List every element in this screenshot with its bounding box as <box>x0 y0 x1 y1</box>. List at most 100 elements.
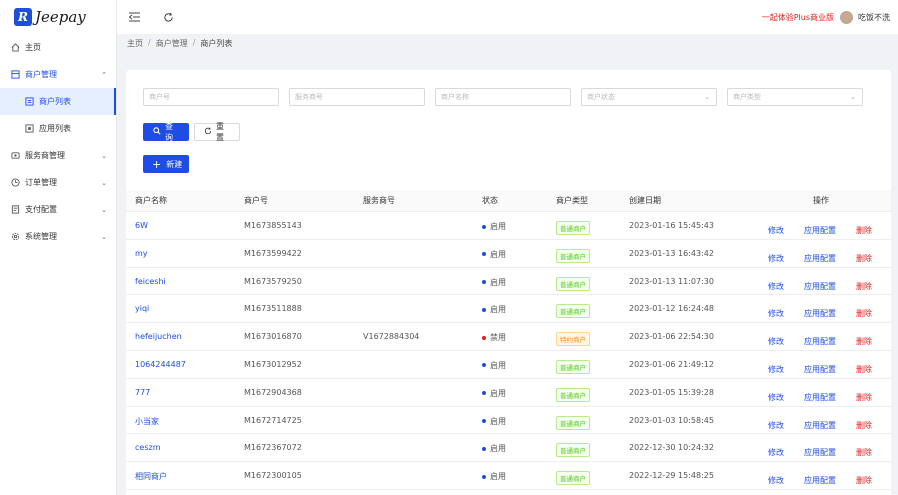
delete-link[interactable]: 删除 <box>856 392 872 403</box>
merchant-name-link[interactable]: hefeijuchen <box>135 332 182 341</box>
logo-text: Jeepay <box>35 8 86 26</box>
edit-link[interactable]: 修改 <box>768 336 784 347</box>
plus-promo-link[interactable]: 一起体验Plus商业版 <box>762 12 834 23</box>
system-icon <box>11 232 20 241</box>
merchant-name-link[interactable]: 小当家 <box>135 416 159 427</box>
state-cell: 启用 <box>482 416 506 427</box>
type-cell: 普通商户 <box>556 304 590 319</box>
merchant-name-link[interactable]: 777 <box>135 388 150 397</box>
avatar[interactable] <box>840 10 853 24</box>
header-right: 一起体验Plus商业版 吃饭不洗 <box>762 10 898 24</box>
sidebar-item-system-mgmt[interactable]: 系统管理 ⌄ <box>0 223 116 250</box>
app-config-link[interactable]: 应用配置 <box>804 336 836 347</box>
created-date: 2023-01-06 22:54:30 <box>629 332 714 342</box>
edit-link[interactable]: 修改 <box>768 225 784 236</box>
menu-fold-icon[interactable] <box>127 10 141 24</box>
sidebar-item-service-mgmt[interactable]: 服务商管理 ⌄ <box>0 142 116 169</box>
isv-no-input[interactable]: 服务商号 <box>289 88 425 106</box>
merchant-name-link[interactable]: 6W <box>135 221 148 230</box>
type-badge: 普通商户 <box>556 387 590 402</box>
app-config-link[interactable]: 应用配置 <box>804 281 836 292</box>
app-config-link[interactable]: 应用配置 <box>804 392 836 403</box>
created-date: 2022-12-29 15:48:25 <box>629 471 714 481</box>
edit-link[interactable]: 修改 <box>768 447 784 458</box>
user-name[interactable]: 吃饭不洗 <box>858 12 890 23</box>
sidebar-item-merchant-list[interactable]: 商户列表 <box>0 88 116 115</box>
sidebar-menu: 主页 商户管理 ⌃ 商户列表 应用列表 服务商管理 ⌄ 订单管理 ⌄ 支付配置 … <box>0 34 116 250</box>
col-header-op: 操作 <box>813 196 829 205</box>
edit-link[interactable]: 修改 <box>768 475 784 486</box>
edit-link[interactable]: 修改 <box>768 281 784 292</box>
app-config-link[interactable]: 应用配置 <box>804 253 836 264</box>
mch-no-input[interactable]: 商户号 <box>143 88 279 106</box>
reset-button[interactable]: 重置 <box>194 122 240 142</box>
col-header-name: 商户名称 <box>135 196 167 205</box>
search-button[interactable]: 查询 <box>143 122 189 142</box>
state-text: 启用 <box>490 249 506 259</box>
sidebar-item-pay-config[interactable]: 支付配置 ⌄ <box>0 196 116 223</box>
state-cell: 启用 <box>482 443 506 454</box>
isv-no-placeholder: 服务商号 <box>295 93 323 101</box>
mch-name-input[interactable]: 商户名称 <box>435 88 571 106</box>
sidebar-item-home[interactable]: 主页 <box>0 34 116 61</box>
merchant-name-link[interactable]: feiceshi <box>135 277 166 286</box>
delete-link[interactable]: 删除 <box>856 281 872 292</box>
delete-link[interactable]: 删除 <box>856 253 872 264</box>
col-header-state: 状态 <box>482 196 498 205</box>
chevron-down-icon: ⌄ <box>704 93 710 101</box>
type-cell: 普通商户 <box>556 415 590 430</box>
breadcrumb-home[interactable]: 主页 <box>127 38 143 49</box>
app-config-link[interactable]: 应用配置 <box>804 447 836 458</box>
logo-mark: R <box>14 8 32 26</box>
reload-icon[interactable] <box>161 10 175 24</box>
edit-link[interactable]: 修改 <box>768 253 784 264</box>
merchant-no: M1672904368 <box>244 387 302 397</box>
status-dot <box>482 419 486 424</box>
merchant-name-link[interactable]: 相同商户 <box>135 471 167 482</box>
chevron-down-icon: ⌄ <box>850 93 856 101</box>
delete-link[interactable]: 删除 <box>856 308 872 319</box>
app-config-link[interactable]: 应用配置 <box>804 364 836 375</box>
app-config-link[interactable]: 应用配置 <box>804 475 836 486</box>
delete-link[interactable]: 删除 <box>856 475 872 486</box>
logo[interactable]: R Jeepay <box>0 0 116 34</box>
mch-type-select[interactable]: 商户类型 ⌄ <box>727 88 863 106</box>
sidebar-item-label: 商户列表 <box>39 97 71 106</box>
delete-link[interactable]: 删除 <box>856 420 872 431</box>
created-date: 2023-01-16 15:45:43 <box>629 221 714 230</box>
search-button-label: 查询 <box>165 122 173 142</box>
sidebar-item-merchant-mgmt[interactable]: 商户管理 ⌃ <box>0 61 116 88</box>
merchant-name-link[interactable]: yiqi <box>135 304 149 313</box>
merchant-name-link[interactable]: ceszm <box>135 443 160 452</box>
edit-link[interactable]: 修改 <box>768 364 784 375</box>
service-no: V1672884304 <box>363 332 420 342</box>
app-config-link[interactable]: 应用配置 <box>804 420 836 431</box>
mch-state-select[interactable]: 商户状态 ⌄ <box>581 88 717 106</box>
delete-link[interactable]: 删除 <box>856 336 872 347</box>
type-badge: 普通商户 <box>556 471 590 486</box>
state-text: 启用 <box>490 305 506 315</box>
table-row: 777 M1672904368 启用 普通商户 2023-01-05 15:39:28 修… <box>126 379 891 407</box>
status-dot <box>482 252 486 257</box>
app-config-link[interactable]: 应用配置 <box>804 308 836 319</box>
edit-link[interactable]: 修改 <box>768 308 784 319</box>
sidebar-item-app-list[interactable]: 应用列表 <box>0 115 116 142</box>
breadcrumb-merchant-mgmt[interactable]: 商户管理 <box>156 38 188 49</box>
sidebar-item-label: 服务商管理 <box>25 151 65 160</box>
sidebar-item-order-mgmt[interactable]: 订单管理 ⌄ <box>0 169 116 196</box>
new-merchant-button[interactable]: + 新建 <box>143 155 189 173</box>
created-date: 2023-01-13 11:07:30 <box>629 276 714 286</box>
merchant-name-link[interactable]: 1064244487 <box>135 360 186 369</box>
chevron-down-icon: ⌄ <box>101 178 107 187</box>
merchant-name-link[interactable]: my <box>135 249 148 258</box>
state-text: 禁用 <box>490 333 506 343</box>
edit-link[interactable]: 修改 <box>768 420 784 431</box>
app-config-link[interactable]: 应用配置 <box>804 225 836 236</box>
edit-link[interactable]: 修改 <box>768 392 784 403</box>
sidebar-item-label: 商户管理 <box>25 70 57 79</box>
delete-link[interactable]: 删除 <box>856 447 872 458</box>
created-date: 2023-01-12 16:24:48 <box>629 304 714 314</box>
delete-link[interactable]: 删除 <box>856 364 872 375</box>
created-date: 2023-01-13 16:43:42 <box>629 248 714 258</box>
delete-link[interactable]: 删除 <box>856 225 872 236</box>
